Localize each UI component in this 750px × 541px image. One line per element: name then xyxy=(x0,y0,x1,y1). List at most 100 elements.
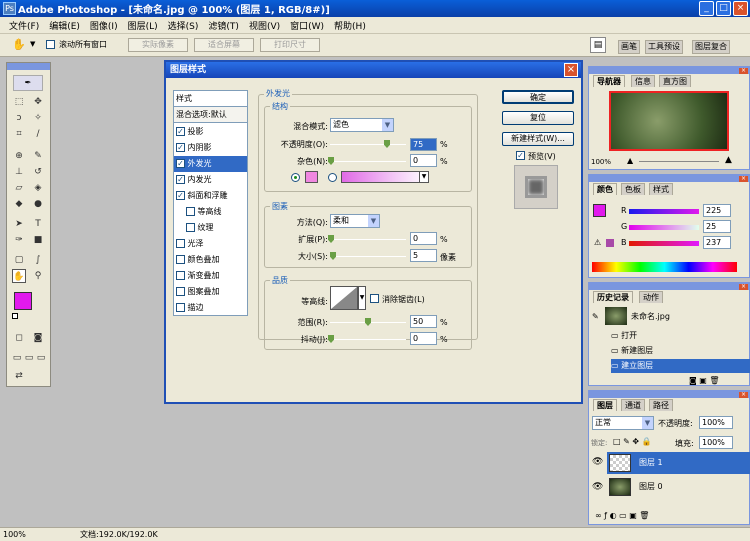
history-step-current[interactable]: ▭ 建立图层 xyxy=(611,359,750,373)
close-icon[interactable]: × xyxy=(739,176,748,182)
close-icon[interactable]: × xyxy=(739,284,748,290)
menu-help[interactable]: 帮助(H) xyxy=(329,19,371,32)
style-item-gradient-overlay[interactable]: 渐变叠加 xyxy=(174,268,247,284)
history-footer-icons[interactable]: ◙ ▣ 🗑 xyxy=(689,376,720,385)
navigator-zoom[interactable]: 100% xyxy=(591,158,611,166)
history-step[interactable]: ▭ 打开 xyxy=(611,329,750,343)
gradient-radio[interactable] xyxy=(328,173,337,182)
r-field[interactable]: 225 xyxy=(703,204,731,217)
jitter-slider[interactable] xyxy=(328,335,406,343)
style-item-pattern-overlay[interactable]: 图案叠加 xyxy=(174,284,247,300)
tab-channels[interactable]: 通道 xyxy=(621,399,645,411)
crop-tool-icon[interactable]: ⌗ xyxy=(12,127,26,141)
tab-histogram[interactable]: 直方图 xyxy=(659,75,691,87)
spread-slider[interactable] xyxy=(328,235,406,243)
antialias-checkbox[interactable] xyxy=(370,294,379,304)
notes-tool-icon[interactable]: ▢ xyxy=(12,253,26,267)
actual-pixels-button[interactable]: 实际像素 xyxy=(128,38,188,52)
navigator-thumbnail[interactable] xyxy=(609,91,729,151)
hand-tool-icon[interactable]: ✋ xyxy=(12,38,26,51)
tab-swatches[interactable]: 色板 xyxy=(621,183,645,195)
scroll-all-checkbox[interactable] xyxy=(46,40,55,50)
file-browser-icon[interactable]: ▤ xyxy=(590,37,606,53)
menu-image[interactable]: 图像(I) xyxy=(85,19,123,32)
pen-tool-icon[interactable]: ✑ xyxy=(12,233,26,247)
glow-color-swatch[interactable] xyxy=(305,171,318,183)
blur-tool-icon[interactable]: ◆ xyxy=(12,197,26,211)
magic-wand-icon[interactable]: ✧ xyxy=(31,111,45,125)
chevron-down-icon[interactable]: ▼ xyxy=(30,40,35,48)
layers-footer-icons[interactable]: ∞ ƒ ◐ ▭ ▣ 🗑 xyxy=(595,511,649,520)
solid-color-radio[interactable] xyxy=(291,173,300,182)
style-item-color-overlay[interactable]: 颜色叠加 xyxy=(174,252,247,268)
b-slider[interactable] xyxy=(629,241,699,246)
size-field[interactable]: 5 xyxy=(410,249,437,262)
menu-edit[interactable]: 编辑(E) xyxy=(44,19,85,32)
style-item-inner-shadow[interactable]: ✓ 内阴影 xyxy=(174,140,247,156)
style-item-bevel-emboss[interactable]: ✓ 斜面和浮雕 xyxy=(174,188,247,204)
dodge-tool-icon[interactable]: ● xyxy=(31,197,45,211)
range-field[interactable]: 50 xyxy=(410,315,437,328)
style-item-drop-shadow[interactable]: ✓ 投影 xyxy=(174,124,247,140)
shape-tool-icon[interactable]: ■ xyxy=(31,233,45,247)
snapshot-thumbnail[interactable] xyxy=(605,307,627,325)
default-colors-icon[interactable] xyxy=(12,313,18,319)
spread-field[interactable]: 0 xyxy=(410,232,437,245)
dialog-close-button[interactable]: × xyxy=(564,63,578,77)
path-select-icon[interactable]: ➤ xyxy=(12,217,26,231)
style-item-inner-glow[interactable]: ✓ 内发光 xyxy=(174,172,247,188)
fit-screen-button[interactable]: 适合屏幕 xyxy=(194,38,254,52)
color-ramp[interactable] xyxy=(592,262,737,272)
chevron-down-icon[interactable]: ▼ xyxy=(358,286,366,310)
layer-row-active[interactable]: 图层 1 xyxy=(607,452,750,474)
eyedropper-icon[interactable]: ∫ xyxy=(31,253,45,267)
tab-info[interactable]: 信息 xyxy=(631,75,655,87)
well-tab-brushes[interactable]: 画笔 xyxy=(618,40,640,54)
eye-icon[interactable]: 👁 xyxy=(592,457,603,467)
glow-gradient-picker[interactable]: ▼ xyxy=(341,171,429,183)
standard-mode-icon[interactable]: ◻ xyxy=(12,331,26,345)
size-slider[interactable] xyxy=(330,252,406,260)
zoom-tool-icon[interactable]: ⚲ xyxy=(31,269,45,283)
well-tab-tool-presets[interactable]: 工具预设 xyxy=(645,40,683,54)
eraser-tool-icon[interactable]: ▱ xyxy=(12,181,26,195)
lasso-tool-icon[interactable]: ↄ xyxy=(12,111,26,125)
reset-button[interactable]: 复位 xyxy=(502,111,574,125)
navigator-zoom-slider[interactable] xyxy=(639,161,719,162)
status-zoom[interactable]: 100% xyxy=(0,530,40,539)
jitter-field[interactable]: 0 xyxy=(410,332,437,345)
contour-picker[interactable] xyxy=(330,286,358,310)
foreground-color-swatch[interactable] xyxy=(593,204,606,217)
zoom-in-icon[interactable]: ▲ xyxy=(725,155,732,165)
layer-row[interactable]: 图层 0 xyxy=(607,476,750,498)
blend-mode-select[interactable]: 滤色 ▼ xyxy=(330,118,394,132)
style-item-satin[interactable]: 光泽 xyxy=(174,236,247,252)
tab-navigator[interactable]: 导航器 xyxy=(593,75,625,87)
tab-color[interactable]: 颜色 xyxy=(593,183,617,195)
marquee-tool-icon[interactable]: ⬚ xyxy=(12,95,26,109)
g-field[interactable]: 25 xyxy=(703,220,731,233)
opacity-slider[interactable] xyxy=(330,140,406,148)
type-tool-icon[interactable]: T xyxy=(31,217,45,231)
hand-tool-icon[interactable]: ✋ xyxy=(12,269,26,283)
imageready-jump-icon[interactable]: ⇄ xyxy=(12,369,26,383)
snapshot-label[interactable]: 未命名.jpg xyxy=(631,311,670,322)
warning-icon[interactable]: ⚠ xyxy=(594,238,601,247)
preview-checkbox[interactable]: ✓ xyxy=(516,151,525,161)
healing-brush-icon[interactable]: ⊕ xyxy=(12,149,26,163)
zoom-out-icon[interactable]: ▲ xyxy=(627,156,633,165)
foreground-color-swatch[interactable] xyxy=(14,292,32,310)
style-item-contour[interactable]: 等高线 xyxy=(174,204,247,220)
b-field[interactable]: 237 xyxy=(703,236,731,249)
menu-filter[interactable]: 滤镜(T) xyxy=(203,19,244,32)
new-style-button[interactable]: 新建样式(W)... xyxy=(502,132,574,146)
menu-layer[interactable]: 图层(L) xyxy=(123,19,163,32)
close-button[interactable]: × xyxy=(733,1,748,16)
clone-stamp-icon[interactable]: ⊥ xyxy=(12,165,26,179)
tab-layers[interactable]: 图层 xyxy=(593,399,617,411)
close-icon[interactable]: × xyxy=(739,392,748,398)
screen-mode-full-icon[interactable]: ▭ xyxy=(34,351,48,365)
style-item-stroke[interactable]: 描边 xyxy=(174,300,247,316)
paint-bucket-icon[interactable]: ◈ xyxy=(31,181,45,195)
blending-options-item[interactable]: 混合选项:默认 xyxy=(174,107,247,123)
